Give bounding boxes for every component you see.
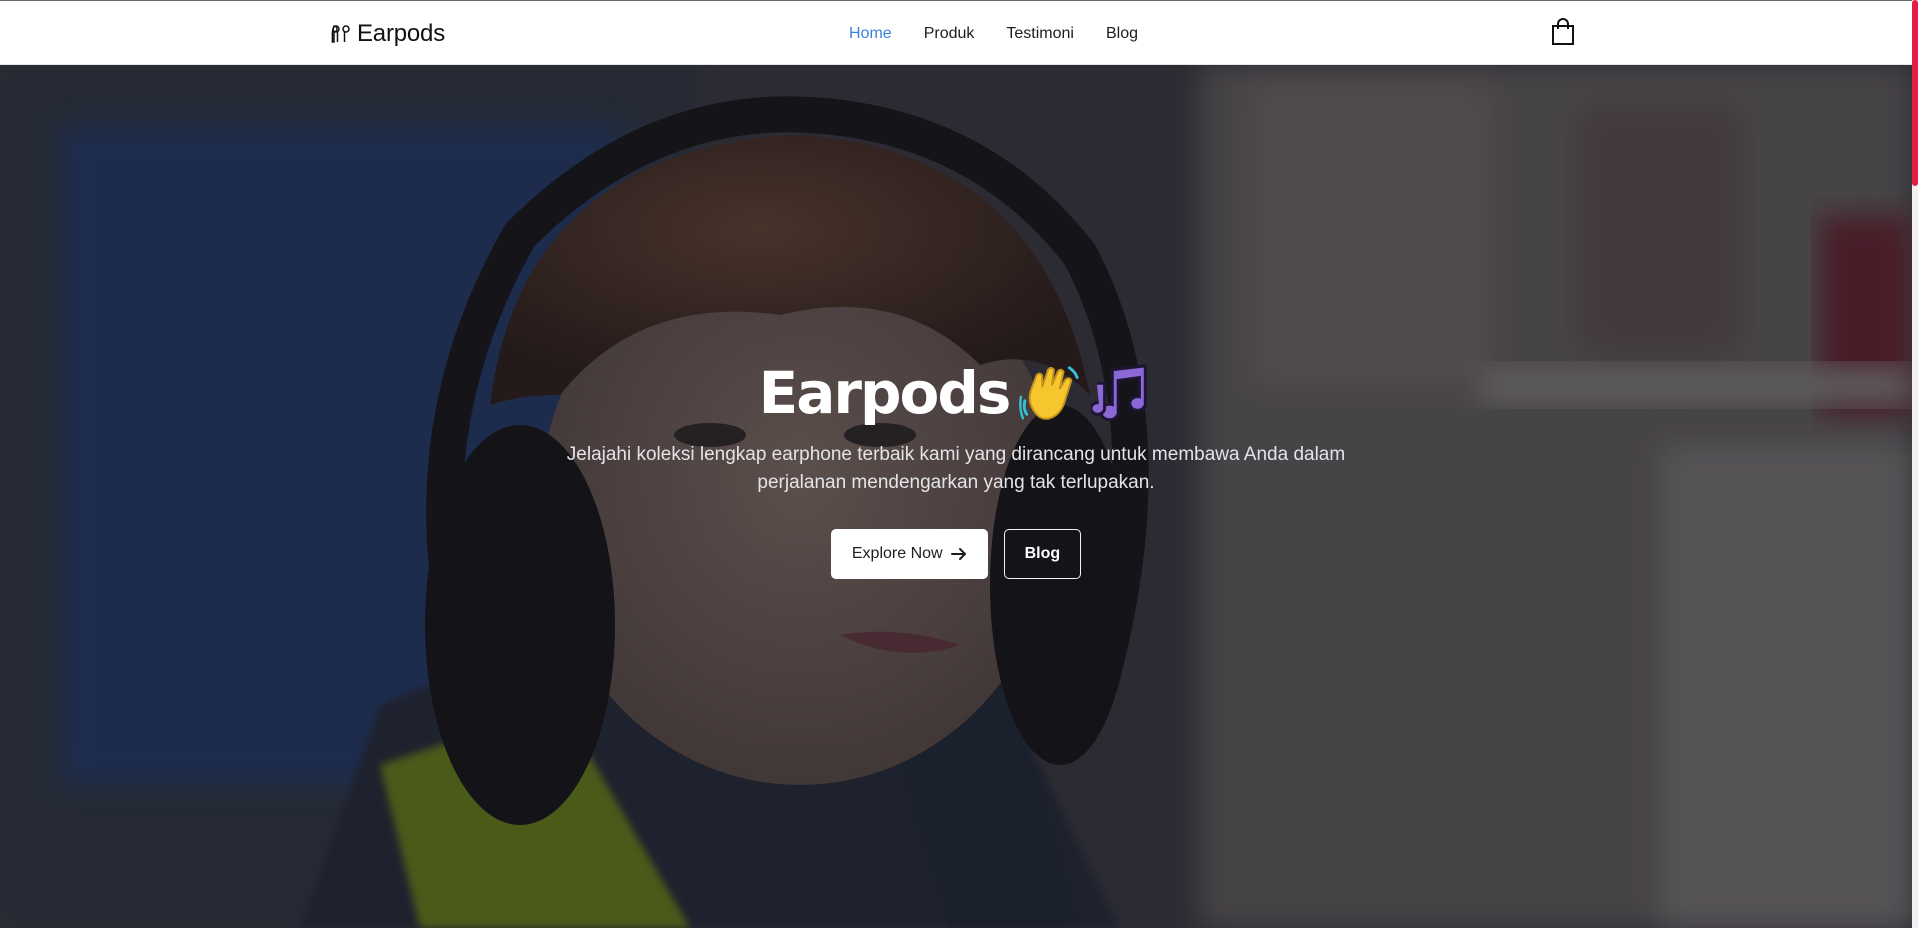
musical-notes-icon — [1091, 364, 1148, 422]
nav-link-home[interactable]: Home — [849, 25, 892, 43]
earpods-logo-icon — [331, 25, 350, 43]
hero-section: Earpods Jelajahi koleksi lengkap earphon… — [0, 65, 1912, 928]
explore-now-button[interactable]: Explore Now — [830, 529, 988, 579]
shopping-bag-icon — [1552, 18, 1574, 45]
cart-button[interactable] — [1551, 18, 1575, 46]
hero-title-row: Earpods — [759, 355, 1154, 431]
scrollbar-thumb[interactable] — [1912, 0, 1918, 186]
waving-hand-icon — [1019, 366, 1079, 420]
navbar: Earpods Home Produk Testimoni Blog — [0, 0, 1912, 65]
nav-link-blog[interactable]: Blog — [1106, 25, 1138, 43]
arrow-right-icon — [950, 548, 966, 560]
hero-subtitle: Jelajahi koleksi lengkap earphone terbai… — [566, 444, 1346, 493]
blog-button[interactable]: Blog — [1003, 529, 1082, 579]
hero-actions: Explore Now Blog — [0, 529, 1912, 579]
nav-link-testimoni[interactable]: Testimoni — [1006, 25, 1074, 43]
hero-content: Earpods Jelajahi koleksi lengkap earphon… — [0, 355, 1912, 579]
nav-link-produk[interactable]: Produk — [924, 25, 975, 43]
brand-name: Earpods — [357, 20, 445, 47]
page-scrollbar[interactable] — [1912, 0, 1918, 928]
main-nav: Home Produk Testimoni Blog — [849, 1, 1138, 66]
brand-link[interactable]: Earpods — [331, 20, 445, 48]
explore-now-label: Explore Now — [851, 545, 943, 562]
hero-title: Earpods — [758, 359, 1012, 427]
